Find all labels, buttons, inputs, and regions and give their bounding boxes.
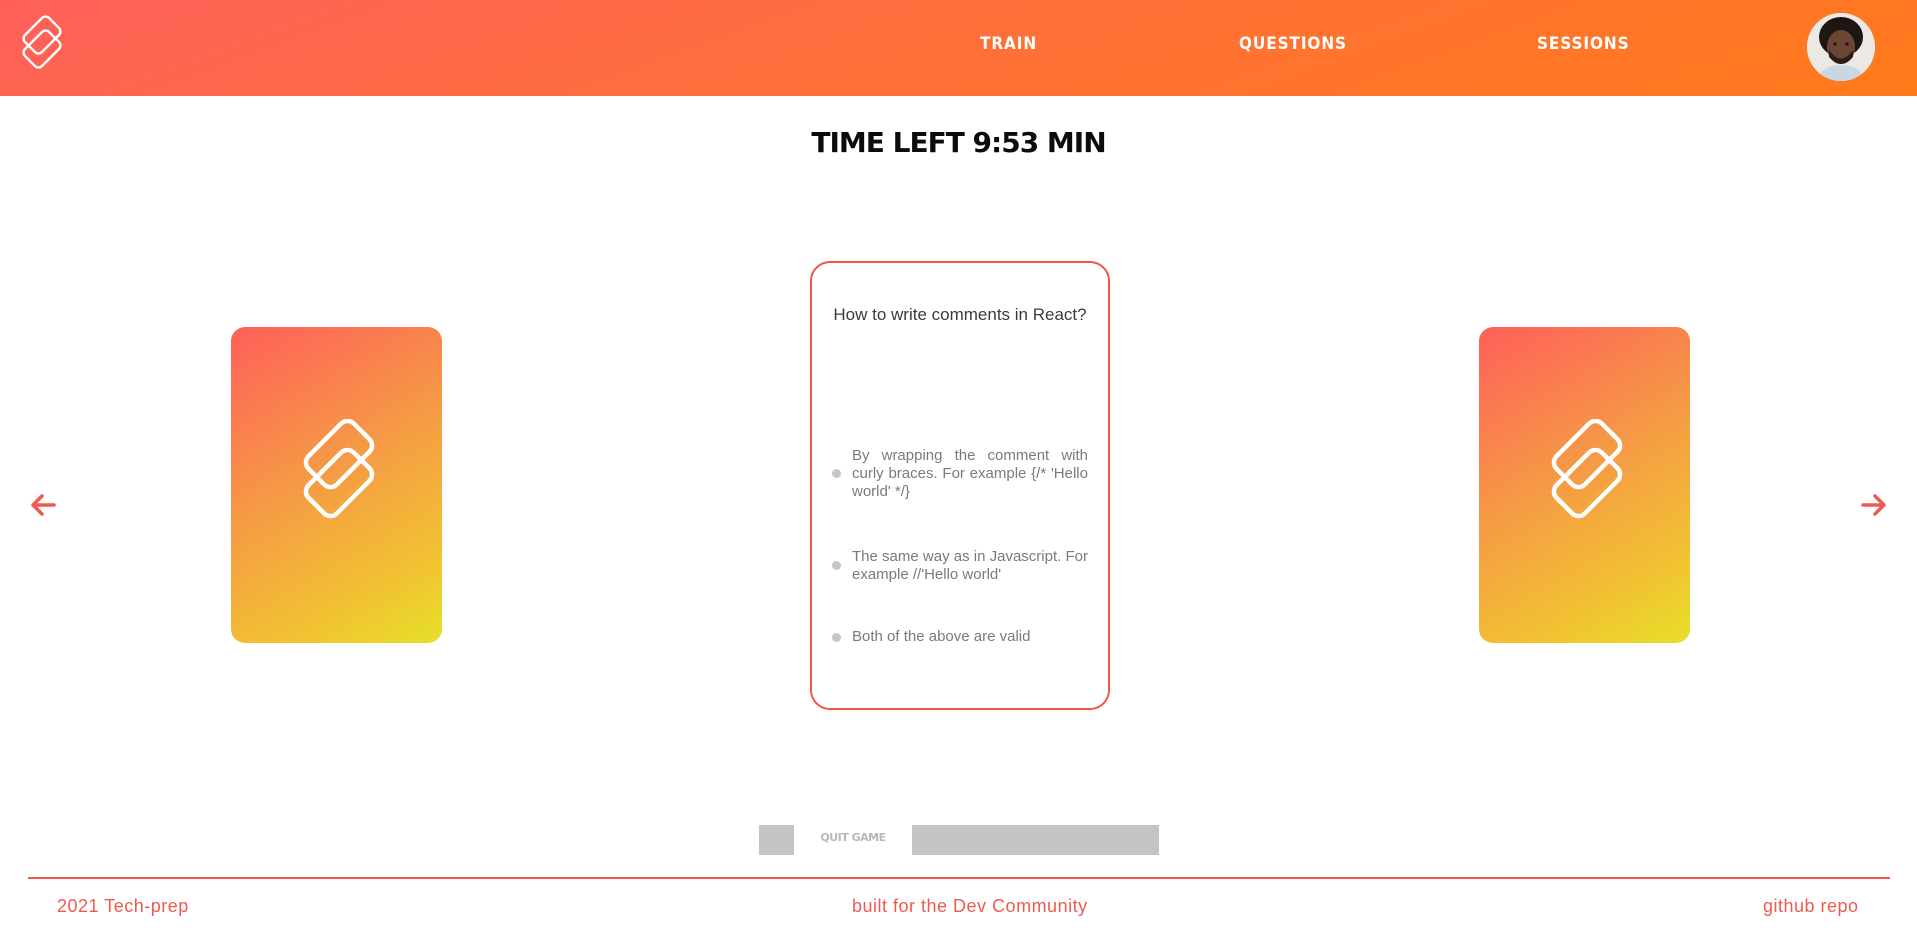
github-repo-link[interactable]: github repo [1763, 896, 1859, 917]
logo-icon[interactable] [18, 12, 68, 74]
footer-tagline: built for the Dev Community [852, 896, 1088, 916]
quit-game-button[interactable]: QUIT GAME [820, 831, 886, 844]
previous-card[interactable] [231, 327, 442, 643]
footer-divider [28, 877, 1890, 879]
answer-text: Both of the above are valid [852, 628, 1031, 645]
answer-text: By wrapping the comment with curly brace… [852, 447, 1088, 500]
answer-text: The same way as in Javascript. For examp… [852, 548, 1088, 583]
next-control[interactable] [912, 825, 1159, 855]
question-title: How to write comments in React? [833, 305, 1087, 324]
nav-sessions[interactable]: SESSIONS [1537, 34, 1630, 54]
answer-option[interactable]: The same way as in Javascript. For examp… [832, 548, 1088, 584]
question-card: How to write comments in React? By wrapp… [810, 261, 1110, 710]
next-card[interactable] [1479, 327, 1690, 643]
nav-train[interactable]: TRAIN [980, 34, 1037, 54]
answer-option[interactable]: Both of the above are valid [832, 628, 1088, 648]
time-left-heading: TIME LEFT 9:53 MIN [811, 126, 1106, 159]
answer-option[interactable]: By wrapping the comment with curly brace… [832, 447, 1088, 501]
header: TRAIN QUESTIONS SESSIONS [0, 0, 1917, 96]
nav-questions[interactable]: QUESTIONS [1239, 34, 1347, 54]
previous-control[interactable] [759, 825, 794, 855]
card-logo-icon [1551, 419, 1623, 519]
radio-dot[interactable] [832, 561, 841, 570]
radio-dot[interactable] [832, 633, 841, 642]
arrow-right-icon[interactable] [1859, 490, 1889, 520]
radio-dot[interactable] [832, 469, 841, 478]
footer-copyright: 2021 Tech-prep [57, 896, 189, 916]
arrow-left-icon[interactable] [28, 490, 58, 520]
card-logo-icon [303, 419, 375, 519]
avatar[interactable] [1807, 13, 1875, 81]
